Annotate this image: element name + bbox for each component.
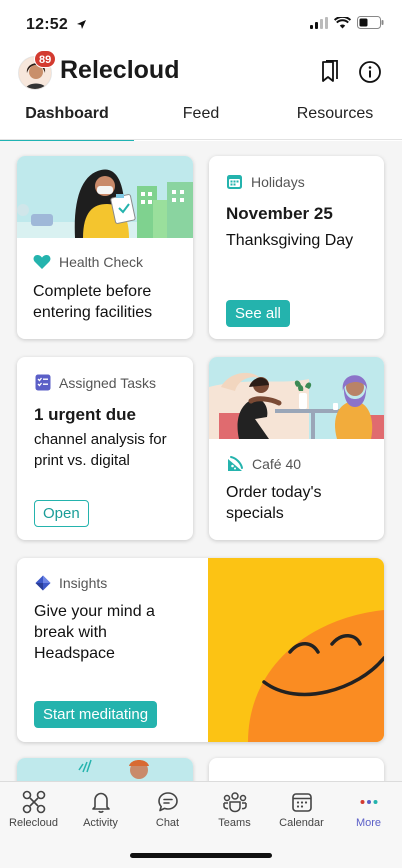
- info-button[interactable]: [356, 58, 384, 86]
- partial-card-left[interactable]: [17, 758, 193, 781]
- insights-text: Give your mind a break with Headspace: [34, 603, 155, 662]
- partial-illustration: [17, 758, 193, 781]
- health-check-card[interactable]: Health Check Complete before entering fa…: [17, 156, 193, 339]
- teams-icon: [222, 792, 247, 813]
- cafe-illustration: [209, 357, 384, 439]
- nav-calendar[interactable]: Calendar: [268, 782, 335, 835]
- insights-category-label: Insights: [59, 575, 108, 591]
- cellular-signal-icon: [310, 16, 328, 29]
- tasks-text: channel analysis for print vs. digital: [34, 431, 167, 469]
- holidays-category: Holidays: [226, 173, 305, 190]
- nav-teams[interactable]: Teams: [201, 782, 268, 835]
- nav-label: Relecloud: [9, 817, 58, 829]
- nav-label: More: [355, 817, 382, 829]
- location-arrow-icon: [77, 20, 86, 29]
- heart-icon: [33, 254, 51, 269]
- open-button[interactable]: Open: [34, 500, 89, 527]
- calendar-icon: [291, 793, 312, 812]
- holiday-name: Thanksgiving Day: [226, 232, 354, 249]
- holiday-date: November 25: [226, 204, 333, 223]
- nav-activity[interactable]: Activity: [67, 782, 134, 835]
- wifi-icon: [334, 16, 351, 28]
- start-meditating-button[interactable]: Start meditating: [34, 701, 158, 728]
- cafe-category: Café 40: [226, 455, 301, 473]
- tasks-category: Assigned Tasks: [35, 374, 156, 391]
- insights-card[interactable]: Insights Give your mind a break with Hea…: [17, 558, 384, 742]
- diamond-icon: [35, 575, 51, 591]
- health-category-label: Health Check: [59, 254, 144, 270]
- tab-bar: Dashboard Feed Resources: [0, 96, 402, 144]
- see-all-button[interactable]: See all: [226, 300, 290, 327]
- chat-icon: [157, 792, 178, 812]
- cafe-text: Order today's specials: [226, 484, 322, 522]
- status-time: 12:52: [26, 16, 68, 33]
- nav-label: Teams: [218, 817, 251, 829]
- profile-avatar[interactable]: 89: [18, 50, 57, 90]
- health-category: Health Check: [33, 254, 143, 270]
- health-text: Complete before entering facilities: [33, 283, 153, 321]
- dashboard-content: Health Check Complete before entering fa…: [0, 141, 402, 781]
- nav-relecloud[interactable]: Relecloud: [0, 782, 67, 835]
- tasks-headline: 1 urgent due: [34, 405, 137, 424]
- tab-dashboard[interactable]: Dashboard: [0, 96, 134, 144]
- holidays-card[interactable]: Holidays November 25 Thanksgiving Day Se…: [209, 156, 384, 339]
- bookmark-button[interactable]: [316, 58, 344, 86]
- home-indicator[interactable]: [130, 853, 272, 858]
- health-illustration: [17, 156, 193, 238]
- bottom-navigation: Relecloud Activity Chat Teams Calendar M…: [0, 781, 402, 835]
- nav-chat[interactable]: Chat: [134, 782, 201, 835]
- status-bar: 12:52: [0, 0, 402, 44]
- home-indicator-area: [0, 835, 402, 868]
- tab-resources[interactable]: Resources: [268, 96, 402, 139]
- insights-category: Insights: [35, 575, 107, 591]
- cafe-card[interactable]: Café 40 Order today's specials: [209, 357, 384, 540]
- assigned-tasks-card[interactable]: Assigned Tasks 1 urgent due channel anal…: [17, 357, 193, 540]
- relecloud-icon: [22, 790, 45, 814]
- headspace-illustration: [208, 558, 384, 742]
- holidays-category-label: Holidays: [251, 173, 305, 190]
- bookmark-icon: [322, 60, 338, 82]
- cafe-icon: [228, 456, 243, 471]
- nav-label: Activity: [83, 817, 118, 829]
- partial-card-right[interactable]: [209, 758, 384, 781]
- calendar-icon: [227, 175, 242, 189]
- cafe-category-label: Café 40: [252, 456, 302, 472]
- more-icon: [360, 800, 377, 804]
- nav-label: Chat: [155, 817, 180, 829]
- app-title: Relecloud: [60, 56, 180, 84]
- nav-label: Calendar: [279, 817, 324, 829]
- status-icons: [310, 16, 384, 29]
- bell-icon: [91, 792, 110, 813]
- info-icon: [359, 61, 381, 83]
- battery-icon: [357, 16, 384, 29]
- app-header: 89 Relecloud: [0, 48, 402, 96]
- checklist-icon: [35, 374, 51, 391]
- tab-feed[interactable]: Feed: [134, 96, 268, 139]
- nav-more[interactable]: More: [335, 782, 402, 835]
- tasks-category-label: Assigned Tasks: [59, 374, 157, 391]
- notification-badge: 89: [34, 50, 57, 68]
